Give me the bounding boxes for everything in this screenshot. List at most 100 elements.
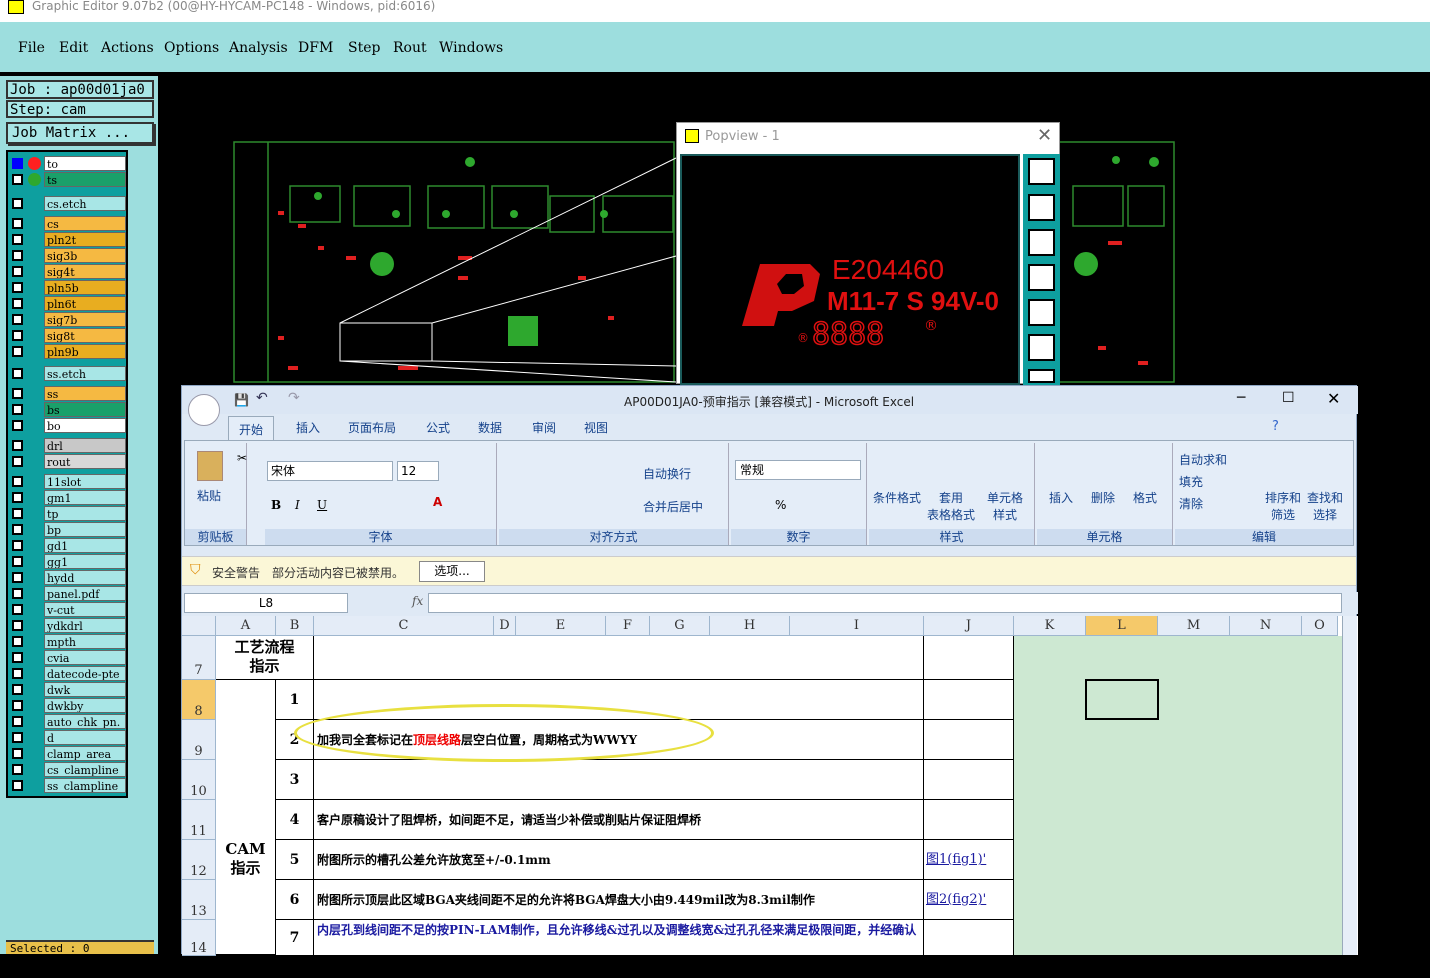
layer-row[interactable]: ss: [10, 386, 126, 402]
pan-up-icon[interactable]: [1028, 194, 1055, 221]
cell-c10[interactable]: [314, 760, 924, 800]
name-box[interactable]: L8: [184, 593, 348, 613]
layer-row[interactable]: 11slot: [10, 474, 126, 490]
layer-checkbox[interactable]: [12, 572, 23, 583]
cell-a8[interactable]: CAM 指示: [216, 680, 276, 955]
cell-j12[interactable]: 图1(fig1)': [924, 840, 1014, 880]
vertical-scrollbar[interactable]: [1342, 616, 1357, 955]
menu-options[interactable]: Options: [164, 40, 219, 56]
layer-checkbox[interactable]: [12, 668, 23, 679]
layer-checkbox[interactable]: [12, 748, 23, 759]
layer-checkbox[interactable]: [12, 314, 23, 325]
cell-styles-button[interactable]: 单元格 样式: [987, 489, 1023, 523]
layer-row[interactable]: pln2t: [10, 232, 126, 248]
layer-row[interactable]: ss_clampline: [10, 778, 126, 794]
row-header[interactable]: 13: [182, 880, 216, 920]
layer-checkbox[interactable]: [12, 298, 23, 309]
pan-left-icon[interactable]: [1028, 264, 1055, 291]
layer-checkbox[interactable]: [12, 588, 23, 599]
layer-row[interactable]: sig4t: [10, 264, 126, 280]
undo-icon[interactable]: ↶: [256, 390, 268, 406]
paste-button[interactable]: 粘贴: [197, 487, 221, 504]
layer-row[interactable]: cvia: [10, 650, 126, 666]
select-all-corner[interactable]: [182, 616, 216, 636]
layer-row[interactable]: hydd: [10, 570, 126, 586]
layer-checkbox[interactable]: [12, 700, 23, 711]
row-header[interactable]: 8: [182, 680, 216, 720]
layer-checkbox[interactable]: [12, 716, 23, 727]
layer-row[interactable]: drl: [10, 438, 126, 454]
font-size-select[interactable]: 12: [397, 461, 439, 481]
menu-dfm[interactable]: DFM: [298, 40, 333, 56]
layer-checkbox[interactable]: [12, 266, 23, 277]
column-header[interactable]: F: [606, 616, 650, 636]
merge-center-button[interactable]: 合并后居中: [643, 498, 703, 515]
delete-button[interactable]: 删除: [1091, 489, 1115, 506]
layer-checkbox[interactable]: [12, 492, 23, 503]
menu-actions[interactable]: Actions: [101, 40, 154, 56]
layer-checkbox[interactable]: [12, 684, 23, 695]
popview-canvas[interactable]: E204460 M11-7 S 94V-0 8888 ® ®: [680, 154, 1020, 385]
row-header[interactable]: 11: [182, 800, 216, 840]
layer-row[interactable]: gg1: [10, 554, 126, 570]
row-header[interactable]: 12: [182, 840, 216, 880]
zoom-fit-icon[interactable]: [1028, 334, 1055, 361]
fx-icon[interactable]: fx: [412, 594, 423, 608]
cell-j13[interactable]: 图2(fig2)': [924, 880, 1014, 920]
layer-row[interactable]: ss.etch: [10, 366, 126, 382]
layer-row[interactable]: mpth: [10, 634, 126, 650]
layer-row[interactable]: bs: [10, 402, 126, 418]
cell-c12[interactable]: 附图所示的槽孔公差允许放宽至+/-0.1mm: [314, 840, 924, 880]
layer-row[interactable]: tp: [10, 506, 126, 522]
column-header[interactable]: L: [1086, 616, 1158, 636]
layer-row[interactable]: clamp_area: [10, 746, 126, 762]
row-header[interactable]: 10: [182, 760, 216, 800]
layer-row[interactable]: sig7b: [10, 312, 126, 328]
cut-icon[interactable]: ✂: [237, 451, 247, 465]
layer-row[interactable]: cs_clampline: [10, 762, 126, 778]
cell-j8[interactable]: [924, 680, 1014, 720]
column-header[interactable]: H: [710, 616, 790, 636]
selected-cell-l8[interactable]: [1085, 679, 1159, 720]
layer-checkbox[interactable]: [12, 388, 23, 399]
minimize-icon[interactable]: ─: [1237, 390, 1245, 406]
pan-down-icon[interactable]: [1028, 229, 1055, 256]
font-name-select[interactable]: 宋体: [267, 461, 393, 481]
cell-j10[interactable]: [924, 760, 1014, 800]
cell-j9[interactable]: [924, 720, 1014, 760]
column-header[interactable]: O: [1302, 616, 1338, 636]
column-header[interactable]: I: [790, 616, 924, 636]
bold-icon[interactable]: B: [271, 498, 281, 512]
layer-checkbox[interactable]: [12, 620, 23, 631]
column-header[interactable]: M: [1158, 616, 1230, 636]
layer-checkbox[interactable]: [12, 198, 23, 209]
font-color-icon[interactable]: A: [433, 495, 442, 509]
cell-j11[interactable]: [924, 800, 1014, 840]
layer-checkbox[interactable]: [12, 540, 23, 551]
column-header[interactable]: G: [650, 616, 710, 636]
layer-checkbox[interactable]: [12, 420, 23, 431]
layer-row[interactable]: bp: [10, 522, 126, 538]
column-header[interactable]: D: [494, 616, 516, 636]
zoom-home-icon[interactable]: [1028, 369, 1055, 383]
column-header[interactable]: N: [1230, 616, 1302, 636]
cell-j7[interactable]: [924, 636, 1014, 680]
cell-b8[interactable]: 1: [276, 680, 314, 720]
row-header[interactable]: 7: [182, 636, 216, 680]
wrap-text-button[interactable]: 自动换行: [643, 465, 691, 482]
layer-row[interactable]: cs.etch: [10, 196, 126, 212]
layer-checkbox[interactable]: [12, 368, 23, 379]
layer-row[interactable]: to: [10, 156, 126, 172]
layer-row[interactable]: datecode-pte: [10, 666, 126, 682]
tab-home[interactable]: 开始: [228, 416, 275, 442]
clear-button[interactable]: 清除: [1179, 495, 1203, 512]
layer-checkbox[interactable]: [12, 404, 23, 415]
layer-row[interactable]: pln6t: [10, 296, 126, 312]
layer-checkbox[interactable]: [12, 636, 23, 647]
menu-rout[interactable]: Rout: [393, 40, 427, 56]
conditional-format-button[interactable]: 条件格式: [873, 489, 921, 506]
tab-data[interactable]: 数据: [478, 419, 502, 436]
close-icon[interactable]: ✕: [1327, 389, 1340, 408]
layer-row[interactable]: auto_chk_pn.: [10, 714, 126, 730]
layer-checkbox[interactable]: [12, 780, 23, 791]
